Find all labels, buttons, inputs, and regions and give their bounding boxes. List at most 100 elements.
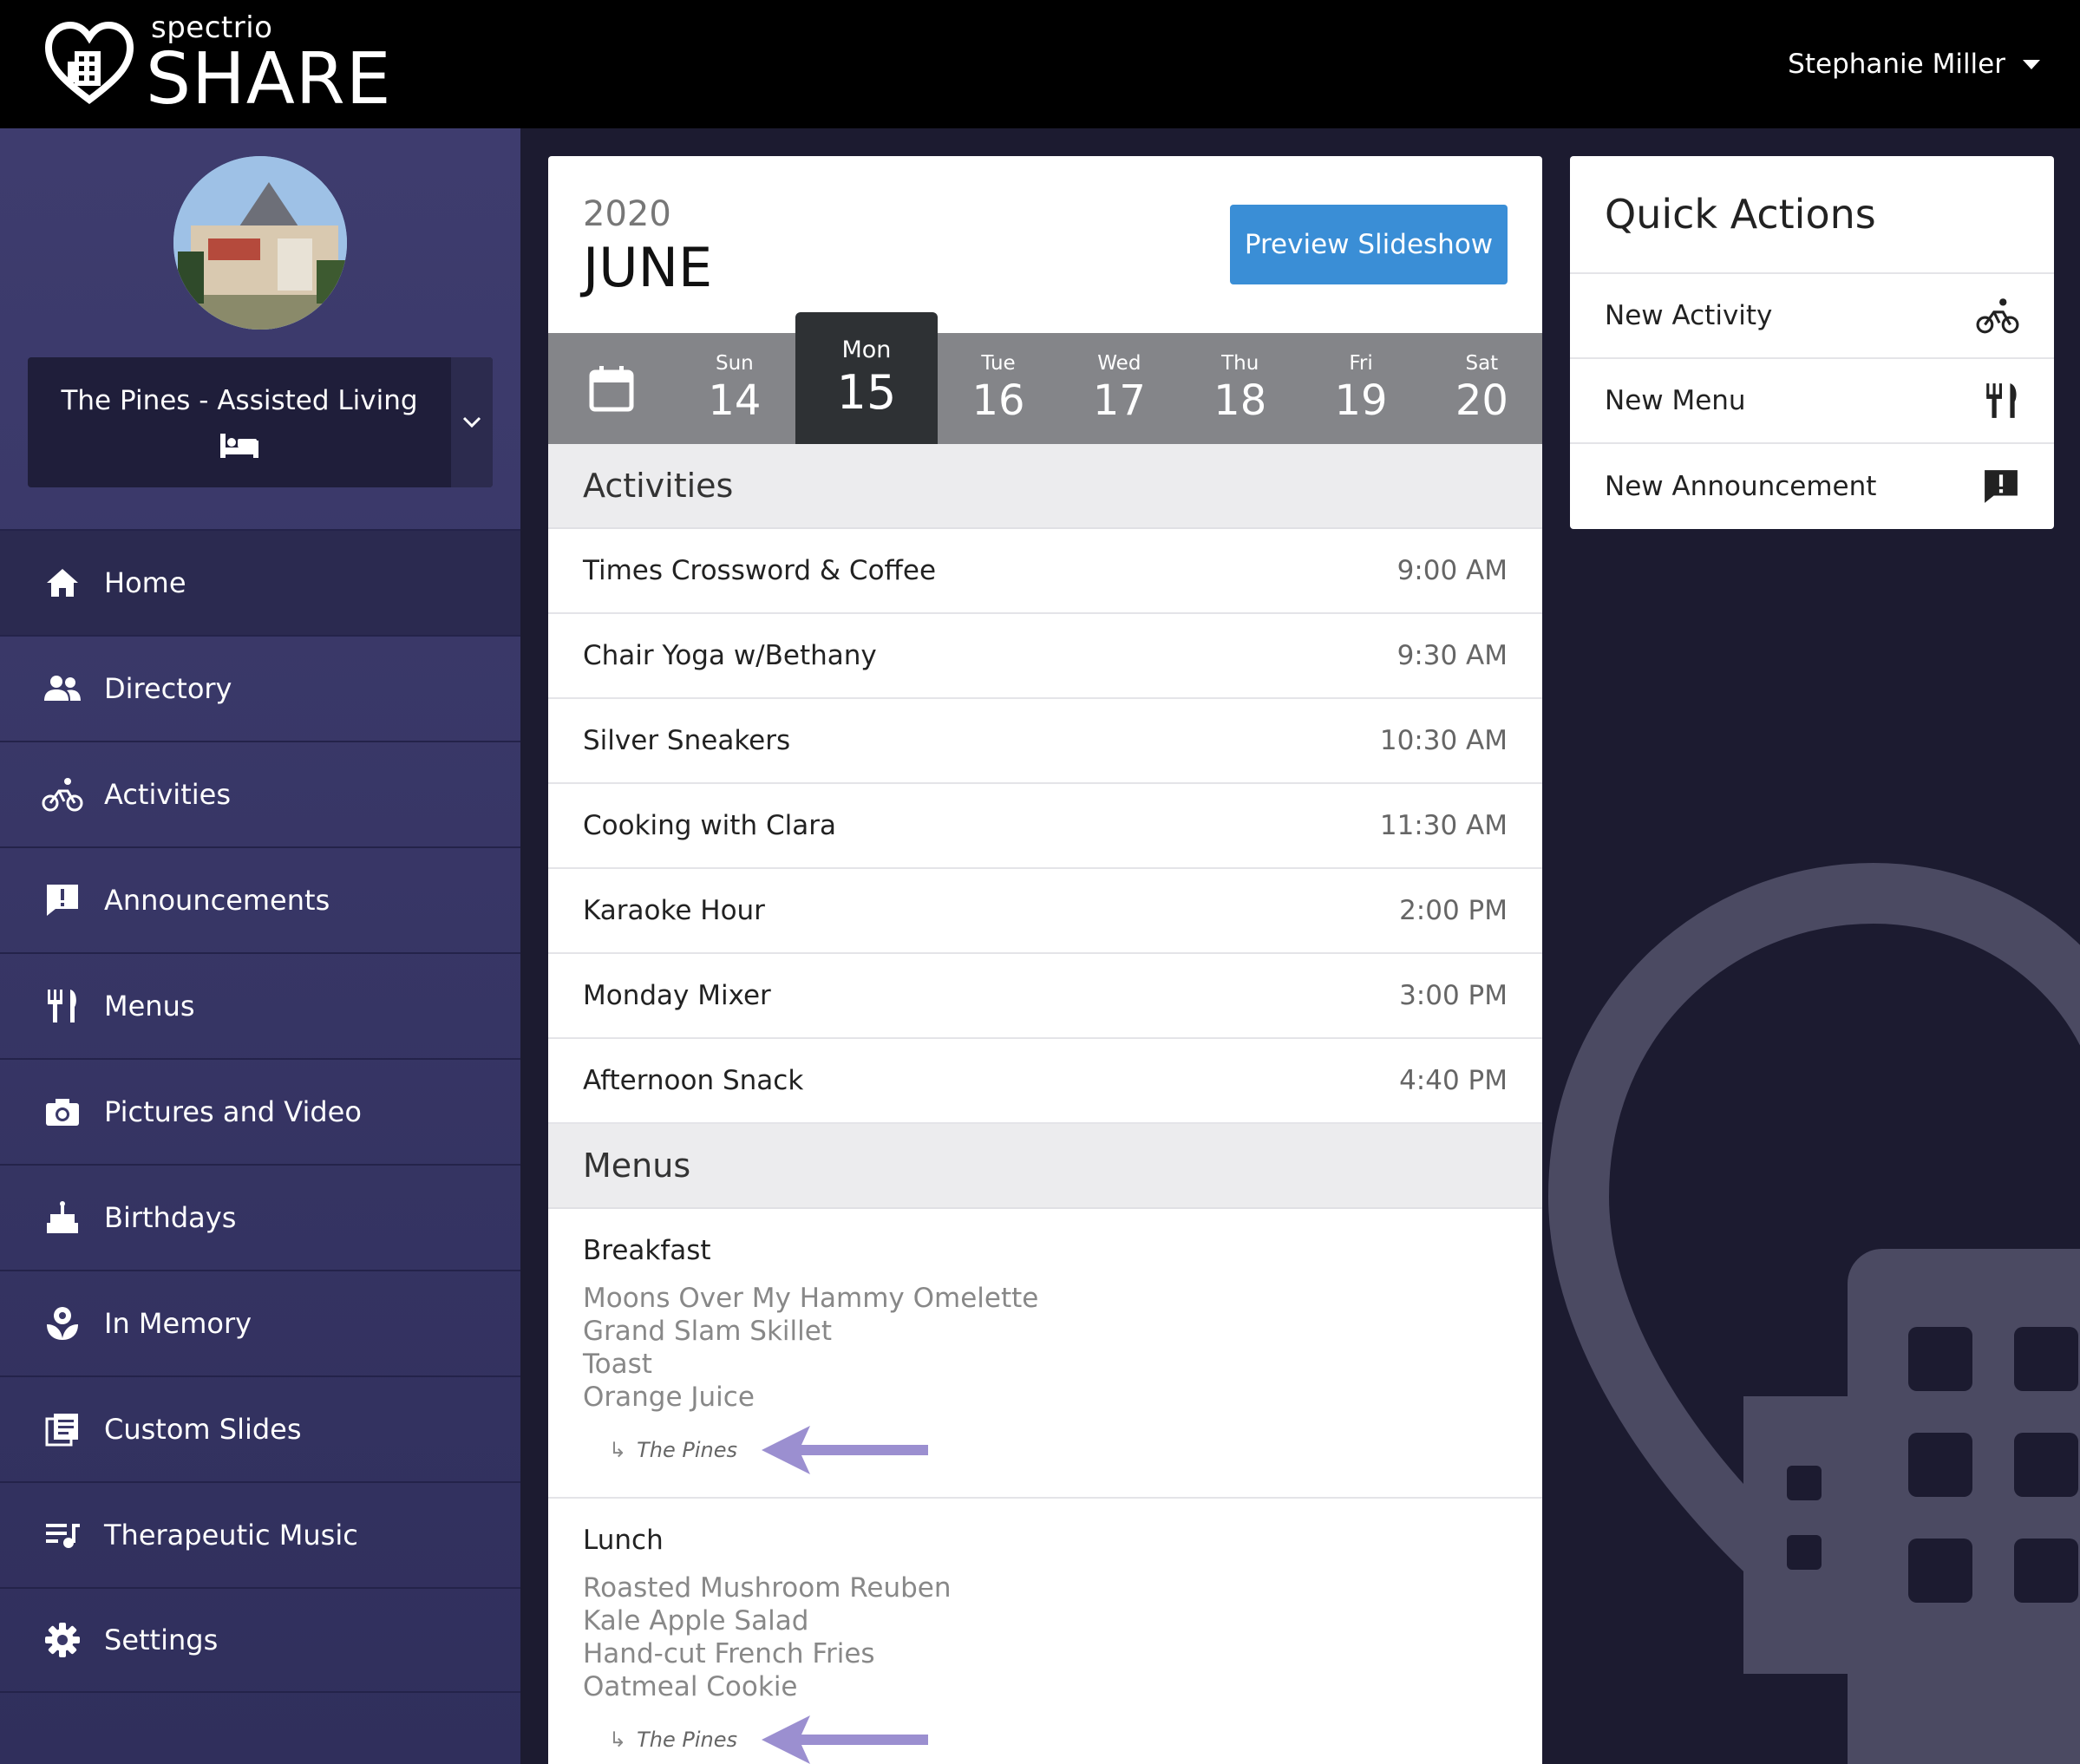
sidebar-item-menus[interactable]: Menus (0, 952, 520, 1058)
announcement-icon (1985, 470, 2018, 503)
meal-item: Moons Over My Hammy Omelette (583, 1283, 1039, 1314)
activity-name: Times Crossword & Coffee (583, 555, 937, 586)
meal-lunch[interactable]: Lunch Roasted Mushroom Reuben Kale Apple… (548, 1499, 1542, 1764)
activities-heading: Activities (548, 444, 1542, 529)
meal-title: Breakfast (583, 1235, 711, 1266)
meal-item: Roasted Mushroom Reuben (583, 1572, 952, 1604)
new-announcement-button[interactable]: New Announcement (1570, 444, 2054, 529)
day-number: 19 (1334, 376, 1388, 425)
day-number: 15 (836, 365, 897, 420)
year-label: 2020 (583, 194, 671, 234)
day-name: Mon (841, 336, 892, 363)
activity-time: 3:00 PM (1399, 980, 1508, 1011)
meal-source-name: The Pines (637, 1438, 737, 1462)
meal-item: Kale Apple Salad (583, 1605, 809, 1637)
day-number: 18 (1213, 376, 1267, 425)
caret-down-icon (2023, 59, 2040, 69)
quick-action-label: New Announcement (1605, 471, 1877, 502)
sidebar-item-pictures-and-video[interactable]: Pictures and Video (0, 1058, 520, 1164)
day-number: 14 (708, 376, 762, 425)
activity-row[interactable]: Chair Yoga w/Bethany 9:30 AM (548, 614, 1542, 699)
activity-name: Monday Mixer (583, 980, 771, 1011)
activity-row[interactable]: Cooking with Clara 11:30 AM (548, 784, 1542, 869)
preview-slideshow-button[interactable]: Preview Slideshow (1230, 205, 1508, 284)
activity-row[interactable]: Times Crossword & Coffee 9:00 AM (548, 529, 1542, 614)
week-strip: Sun 14 Mon 15 Tue 16 Wed 17 Thu 18 Fri 1… (548, 312, 1542, 444)
camera-icon (42, 1091, 83, 1133)
sidebar-item-activities[interactable]: Activities (0, 741, 520, 846)
gear-icon (42, 1619, 83, 1661)
calendar-picker-button[interactable] (548, 333, 674, 444)
facility-dropdown-toggle[interactable] (451, 357, 493, 487)
sidebar-item-settings[interactable]: Settings (0, 1587, 520, 1693)
activity-row[interactable]: Karaoke Hour 2:00 PM (548, 869, 1542, 954)
user-menu[interactable]: Stephanie Miller (1788, 49, 2040, 80)
facility-avatar (173, 156, 347, 330)
day-tue[interactable]: Tue 16 (938, 333, 1058, 444)
bicycle-icon (42, 774, 83, 815)
people-icon (42, 668, 83, 709)
bicycle-icon (1976, 298, 2019, 334)
sidebar: The Pines - Assisted Living Home Directo… (0, 128, 520, 1764)
quick-action-label: New Activity (1605, 300, 1773, 331)
schedule-header: 2020 JUNE Preview Slideshow (548, 156, 1542, 333)
sidebar-item-birthdays[interactable]: Birthdays (0, 1164, 520, 1270)
sidebar-item-announcements[interactable]: Announcements (0, 846, 520, 952)
new-activity-button[interactable]: New Activity (1570, 274, 2054, 359)
sidebar-item-directory[interactable]: Directory (0, 635, 520, 741)
heart-building-watermark (1547, 863, 2080, 1764)
activity-time: 9:30 AM (1396, 640, 1508, 671)
sidebar-item-label: Directory (104, 672, 232, 705)
brand-big-text: SHARE (146, 38, 392, 121)
day-fri[interactable]: Fri 19 (1300, 333, 1421, 444)
sidebar-item-label: Custom Slides (104, 1413, 302, 1446)
activities-list: Times Crossword & Coffee 9:00 AM Chair Y… (548, 529, 1542, 1124)
new-menu-button[interactable]: New Menu (1570, 359, 2054, 444)
bed-icon (220, 434, 258, 458)
day-wed[interactable]: Wed 17 (1059, 333, 1180, 444)
day-number: 16 (971, 376, 1025, 425)
building-photo (173, 156, 347, 330)
schedule-panel: 2020 JUNE Preview Slideshow Sun 14 Mon 1… (548, 156, 1542, 1764)
meal-item: Toast (583, 1349, 652, 1380)
activity-time: 4:40 PM (1399, 1065, 1508, 1096)
meal-title: Lunch (583, 1525, 664, 1556)
user-name: Stephanie Miller (1788, 49, 2005, 80)
sidebar-item-in-memory[interactable]: In Memory (0, 1270, 520, 1375)
sidebar-item-label: Settings (104, 1624, 219, 1656)
day-name: Thu (1221, 352, 1259, 375)
facility-selector[interactable]: The Pines - Assisted Living (28, 357, 493, 487)
day-thu[interactable]: Thu 18 (1180, 333, 1300, 444)
activity-name: Afternoon Snack (583, 1065, 804, 1096)
activity-time: 2:00 PM (1399, 895, 1508, 926)
sidebar-item-home[interactable]: Home (0, 529, 520, 635)
slides-icon (42, 1408, 83, 1450)
meal-item: Oatmeal Cookie (583, 1671, 798, 1702)
day-sun[interactable]: Sun 14 (674, 333, 795, 444)
activity-row[interactable]: Silver Sneakers 10:30 AM (548, 699, 1542, 784)
activity-name: Silver Sneakers (583, 725, 791, 756)
day-number: 17 (1092, 376, 1146, 425)
activity-time: 9:00 AM (1396, 555, 1508, 586)
return-arrow-icon: ↳ (609, 1438, 627, 1462)
sidebar-item-therapeutic-music[interactable]: Therapeutic Music (0, 1481, 520, 1587)
day-number: 20 (1455, 376, 1508, 425)
sidebar-item-custom-slides[interactable]: Custom Slides (0, 1375, 520, 1481)
day-sat[interactable]: Sat 20 (1422, 333, 1542, 444)
sidebar-item-label: Home (104, 566, 186, 599)
meal-source: ↳ The Pines (609, 1424, 1508, 1476)
day-name: Wed (1097, 352, 1141, 375)
day-name: Fri (1349, 352, 1373, 375)
meal-breakfast[interactable]: Breakfast Moons Over My Hammy Omelette G… (548, 1209, 1542, 1499)
announcement-icon (42, 879, 83, 921)
memorial-icon (42, 1303, 83, 1344)
activity-row[interactable]: Monday Mixer 3:00 PM (548, 954, 1542, 1039)
month-label: JUNE (583, 236, 713, 299)
sidebar-item-label: Birthdays (104, 1201, 237, 1234)
music-icon (42, 1514, 83, 1556)
activity-row[interactable]: Afternoon Snack 4:40 PM (548, 1039, 1542, 1124)
calendar-icon (589, 366, 634, 412)
day-mon-selected[interactable]: Mon 15 (795, 312, 939, 444)
brand-logo[interactable]: spectrio SHARE (42, 13, 392, 115)
activity-time: 11:30 AM (1379, 810, 1508, 841)
